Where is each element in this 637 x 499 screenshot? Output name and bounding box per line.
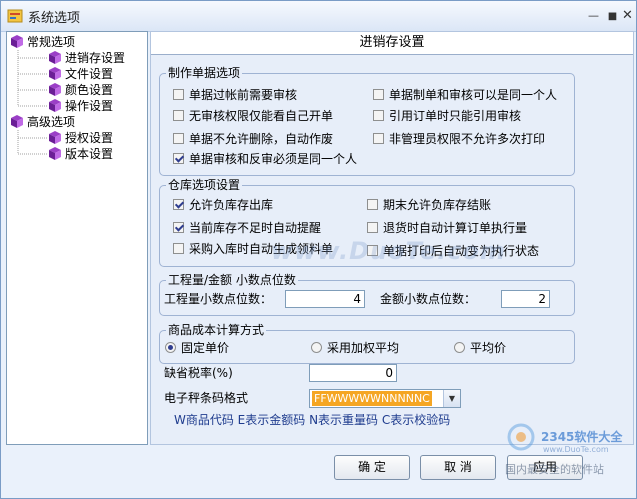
checkbox-same-maker-reviewer[interactable]: 单据制单和审核可以是同一个人 <box>373 87 557 103</box>
maximize-icon[interactable]: ■ <box>605 9 620 24</box>
qty-decimal-input[interactable]: 4 <box>285 290 365 308</box>
tree-item-label: 版本设置 <box>65 147 114 161</box>
tree-item-color[interactable]: 颜色设置 <box>47 82 113 98</box>
ok-button[interactable]: 确 定 <box>334 455 410 480</box>
book-icon <box>11 115 23 128</box>
close-icon[interactable]: ✕ <box>620 8 635 23</box>
checkbox-low-stock-alert[interactable]: 当前库存不足时自动提醒 <box>173 220 321 236</box>
window-title: 系统选项 <box>28 11 81 26</box>
tree-item-inventory[interactable]: 进销存设置 <box>47 50 125 66</box>
checkbox-box[interactable] <box>173 133 184 144</box>
title-bar[interactable]: 系统选项 — ■ ✕ <box>1 1 636 32</box>
radio-label: 平均价 <box>470 341 507 355</box>
tree-item-advanced[interactable]: 高级选项 <box>9 114 75 130</box>
book-icon <box>49 147 61 160</box>
checkbox-box[interactable] <box>367 199 378 210</box>
radio-average-price[interactable]: 平均价 <box>454 340 506 356</box>
checkbox-box[interactable] <box>367 222 378 233</box>
checkbox-label: 退货时自动计算订单执行量 <box>383 221 528 235</box>
checkbox-label: 引用订单时只能引用审核 <box>389 109 522 123</box>
checkbox-label: 当前库存不足时自动提醒 <box>189 221 322 235</box>
tree-item-label: 文件设置 <box>65 67 114 81</box>
checkbox-label: 单据制单和审核可以是同一个人 <box>389 88 558 102</box>
checkbox-return-calc-order[interactable]: 退货时自动计算订单执行量 <box>367 220 527 236</box>
checkbox-box[interactable] <box>173 110 184 121</box>
radio-dot[interactable] <box>454 342 465 353</box>
checkbox-label: 单据过帐前需要审核 <box>189 88 298 102</box>
barcode-format-value: FFWWWWWNNNNNC <box>312 391 432 406</box>
barcode-format-hint: W商品代码 E表示金额码 N表示重量码 C表示校验码 <box>174 413 451 427</box>
checkbox-allow-negative-stock[interactable]: 允许负库存出库 <box>173 197 273 213</box>
checkbox-box[interactable] <box>373 110 384 121</box>
options-window: 系统选项 — ■ ✕ 常规选项 进销存设置 文件设置 颜色设置 操作设置 高级选… <box>0 0 637 499</box>
checkbox-label: 期末允许负库存结账 <box>383 198 492 212</box>
minimize-icon[interactable]: — <box>586 8 601 23</box>
tax-rate-label: 缺省税率(%) <box>164 366 233 380</box>
tax-rate-input[interactable]: 0 <box>309 364 397 382</box>
book-icon <box>49 99 61 112</box>
checkbox-no-multi-print[interactable]: 非管理员权限不允许多次打印 <box>373 131 545 147</box>
group-title: 制作单据选项 <box>166 66 243 80</box>
checkbox-same-review-unreview[interactable]: 单据审核和反审必须是同一个人 <box>173 151 357 167</box>
tree-item-license[interactable]: 授权设置 <box>47 130 113 146</box>
tree-item-label: 颜色设置 <box>65 83 114 97</box>
amount-decimal-input[interactable]: 2 <box>501 290 550 308</box>
radio-fixed-price[interactable]: 固定单价 <box>165 340 229 356</box>
checkbox-label: 无审核权限仅能看自己开单 <box>189 109 334 123</box>
amount-decimal-label: 金额小数点位数： <box>380 292 477 306</box>
corner-watermark-brand: 2345软件大全 <box>541 430 623 444</box>
barcode-format-label: 电子秤条码格式 <box>164 391 249 405</box>
app-icon <box>7 9 23 23</box>
watermark-text: www.DuoTe.com <box>271 237 506 265</box>
group-title: 商品成本计算方式 <box>166 323 267 337</box>
checkbox-reference-reviewed[interactable]: 引用订单时只能引用审核 <box>373 108 521 124</box>
checkbox-negative-close[interactable]: 期末允许负库存结账 <box>367 197 491 213</box>
tree-item-version[interactable]: 版本设置 <box>47 146 113 162</box>
checkbox-box[interactable] <box>373 89 384 100</box>
tree-item-label: 操作设置 <box>65 99 114 113</box>
tree-item-general[interactable]: 常规选项 <box>9 34 75 50</box>
checkbox-box[interactable] <box>173 153 184 164</box>
tree-item-file[interactable]: 文件设置 <box>47 66 113 82</box>
barcode-format-select[interactable]: FFWWWWWNNNNNC ▼ <box>309 389 461 408</box>
tree-item-label: 进销存设置 <box>65 51 126 65</box>
corner-watermark-sub: 国内最安全的软件站 <box>505 463 604 476</box>
checkbox-box[interactable] <box>173 89 184 100</box>
checkbox-box[interactable] <box>173 222 184 233</box>
book-icon <box>49 83 61 96</box>
book-icon <box>49 51 61 64</box>
group-title: 工程量/金额 小数点位数 <box>166 273 298 287</box>
corner-logo-icon <box>507 423 535 451</box>
qty-decimal-label: 工程量小数点位数： <box>164 292 273 306</box>
checkbox-box[interactable] <box>173 199 184 210</box>
tree-item-label: 授权设置 <box>65 131 114 145</box>
options-tree[interactable]: 常规选项 进销存设置 文件设置 颜色设置 操作设置 高级选项 授权设置 版本设置 <box>6 31 148 445</box>
radio-dot[interactable] <box>165 342 176 353</box>
panel-header: 进销存设置 <box>151 32 633 55</box>
tree-item-label: 高级选项 <box>27 115 76 129</box>
checkbox-label: 允许负库存出库 <box>189 198 274 212</box>
chevron-down-icon[interactable]: ▼ <box>443 390 460 407</box>
radio-weighted-average[interactable]: 采用加权平均 <box>311 340 399 356</box>
checkbox-label: 单据审核和反审必须是同一个人 <box>189 152 358 166</box>
book-icon <box>49 67 61 80</box>
checkbox-box[interactable] <box>373 133 384 144</box>
radio-label: 固定单价 <box>181 341 230 355</box>
tree-item-label: 常规选项 <box>27 35 76 49</box>
corner-watermark-site: www.DuoTe.com <box>543 445 609 454</box>
checkbox-box[interactable] <box>173 243 184 254</box>
tree-item-operation[interactable]: 操作设置 <box>47 98 113 114</box>
book-icon <box>11 35 23 48</box>
group-title: 仓库选项设置 <box>166 178 243 192</box>
checkbox-review-before-post[interactable]: 单据过帐前需要审核 <box>173 87 297 103</box>
checkbox-own-docs-only[interactable]: 无审核权限仅能看自己开单 <box>173 108 333 124</box>
radio-dot[interactable] <box>311 342 322 353</box>
radio-label: 采用加权平均 <box>327 341 400 355</box>
checkbox-no-delete-void[interactable]: 单据不允许删除，自动作废 <box>173 131 333 147</box>
book-icon <box>49 131 61 144</box>
checkbox-label: 单据不允许删除，自动作废 <box>189 132 334 146</box>
cancel-button[interactable]: 取 消 <box>420 455 496 480</box>
checkbox-label: 非管理员权限不允许多次打印 <box>389 132 546 146</box>
